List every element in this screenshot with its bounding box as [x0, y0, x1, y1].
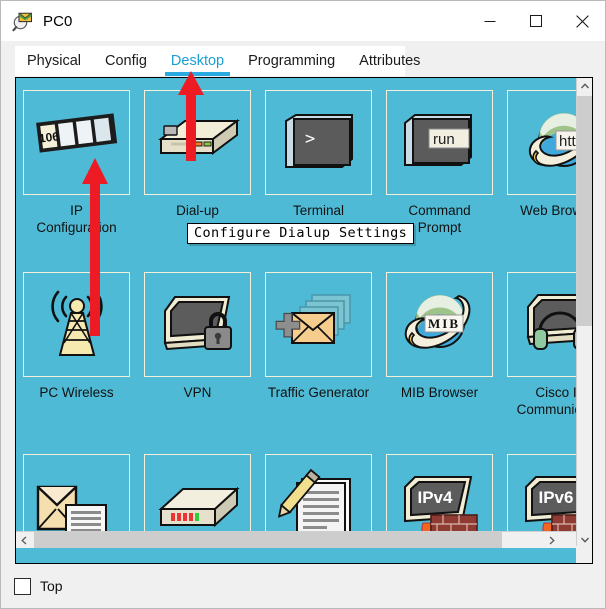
desktop-item-label: Dial-up — [139, 202, 257, 219]
svg-text:>: > — [305, 129, 315, 149]
svg-text:IPv6: IPv6 — [538, 488, 573, 507]
desktop-item-label: Cisco IPCommunicator — [502, 384, 578, 418]
svg-text:run: run — [433, 131, 455, 148]
icon-frame — [507, 272, 577, 377]
horizontal-scroll-thumb[interactable] — [34, 532, 502, 548]
vertical-scroll-thumb[interactable] — [577, 96, 593, 326]
vpn-lock-icon — [151, 283, 245, 367]
scroll-up-icon[interactable] — [577, 78, 593, 95]
packet-tracer-icon — [12, 10, 34, 32]
terminal-icon: > — [272, 101, 366, 185]
tab-desktop-label: Desktop — [171, 53, 224, 69]
bottom-bar: Top — [1, 564, 605, 608]
scroll-right-icon[interactable] — [543, 532, 560, 548]
top-checkbox[interactable] — [14, 578, 31, 595]
desktop-item-label: VPN — [139, 384, 257, 401]
desktop-item-label: Traffic Generator — [260, 384, 378, 401]
arrow-to-ip-configuration — [77, 156, 113, 336]
tab-strip: Physical Config Desktop Programming Attr… — [15, 46, 405, 76]
scroll-left-icon[interactable] — [16, 532, 33, 548]
tab-programming[interactable]: Programming — [236, 46, 347, 76]
svg-text:MIB: MIB — [428, 316, 460, 331]
web-browser-icon: http: — [514, 101, 578, 185]
window-controls — [467, 1, 605, 41]
top-checkbox-label: Top — [40, 578, 63, 594]
desktop-item-mib-browser[interactable]: MIB MIB Browser — [379, 260, 500, 442]
arrow-to-desktop-tab — [173, 69, 209, 161]
horizontal-scrollbar[interactable] — [16, 531, 577, 548]
minimize-button[interactable] — [467, 1, 513, 41]
tab-programming-label: Programming — [248, 53, 335, 69]
icon-frame: > — [265, 90, 372, 195]
command-prompt-icon: run — [393, 101, 487, 185]
tab-attributes-label: Attributes — [359, 53, 420, 69]
tab-config[interactable]: Config — [93, 46, 159, 76]
desktop-item-web-browser[interactable]: http: Web Browser — [500, 78, 577, 260]
desktop-item-label: MIB Browser — [381, 384, 499, 401]
icon-frame: run — [386, 90, 493, 195]
cisco-ip-communicator-icon — [514, 283, 578, 367]
pc0-window: PC0 Physical Config Desktop Programming … — [0, 0, 606, 609]
tab-config-label: Config — [105, 53, 147, 69]
tab-attributes[interactable]: Attributes — [347, 46, 432, 76]
traffic-generator-icon — [272, 283, 366, 367]
svg-text:http:: http: — [559, 133, 578, 150]
desktop-item-vpn[interactable]: VPN — [137, 260, 258, 442]
tooltip-configure-dialup-settings: Configure Dialup Settings — [187, 223, 414, 244]
icon-frame — [265, 272, 372, 377]
svg-text:106: 106 — [38, 129, 60, 145]
mib-browser-icon: MIB — [393, 283, 487, 367]
desktop-item-label: Web Browser — [502, 202, 578, 219]
svg-text:IPv4: IPv4 — [417, 488, 453, 507]
icon-frame: http: — [507, 90, 577, 195]
desktop-item-traffic-generator[interactable]: Traffic Generator — [258, 260, 379, 442]
icon-frame — [144, 272, 251, 377]
tab-physical-label: Physical — [27, 53, 81, 69]
tab-physical[interactable]: Physical — [15, 46, 93, 76]
desktop-item-label: Terminal — [260, 202, 378, 219]
desktop-item-label: PC Wireless — [18, 384, 136, 401]
vertical-scrollbar[interactable] — [576, 78, 592, 548]
title-bar: PC0 — [1, 1, 605, 41]
icon-frame: MIB — [386, 272, 493, 377]
maximize-button[interactable] — [513, 1, 559, 41]
scrollbar-corner — [576, 546, 592, 563]
close-button[interactable] — [559, 1, 605, 41]
desktop-item-cisco-ip-communicator[interactable]: Cisco IPCommunicator — [500, 260, 577, 442]
window-title: PC0 — [43, 13, 72, 30]
